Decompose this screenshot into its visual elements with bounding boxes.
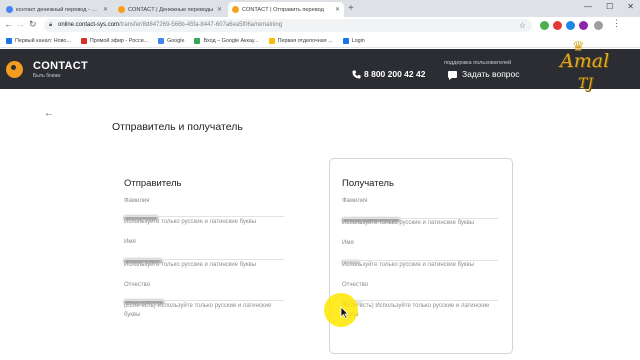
recipient-surname-hint: Используйте только русские и латинские б… <box>342 220 475 226</box>
sender-title: Отправитель <box>124 178 182 189</box>
sender-patronymic-hint: (Если есть) Используйте только русские и… <box>124 303 272 318</box>
close-tab-icon[interactable]: ✕ <box>217 6 222 13</box>
window-controls: — ☐ ✕ <box>584 2 634 11</box>
bookmark-favicon-icon <box>342 37 349 44</box>
bookmark-label: Прямой эфир - Росси... <box>89 37 149 44</box>
browser-toolbar: ← → ↻ 🔒︎ online.contact-sys.com/transfer… <box>0 17 640 34</box>
back-nav-icon[interactable]: ← <box>4 19 13 29</box>
sender-surname-label: Фамилия <box>124 198 150 204</box>
bookmark-item[interactable]: Вход – Google Аккау... <box>194 37 259 44</box>
sender-patronymic-label: Отчество <box>124 282 151 288</box>
sender-surname-underline <box>124 216 284 217</box>
contact-logo-icon[interactable] <box>6 61 23 78</box>
address-bar[interactable]: 🔒︎ online.contact-sys.com/transfer/8d847… <box>44 19 532 32</box>
sender-patronymic-input[interactable] <box>124 291 165 304</box>
bookmark-item[interactable]: Прямой эфир - Росси... <box>80 37 149 44</box>
browser-tab-2[interactable]: CONTACT | Денежные переводы ✕ <box>114 2 226 17</box>
tab-label: контакт денежный перевод - Пои <box>16 6 100 13</box>
bookmark-label: Первая отделочная ... <box>277 37 333 44</box>
close-tab-icon[interactable]: ✕ <box>103 6 108 13</box>
bookmark-favicon-icon <box>6 37 12 44</box>
mouse-cursor-icon <box>340 306 349 319</box>
ask-question-button[interactable]: Задать вопрос <box>448 69 520 80</box>
bookmark-label: Google <box>167 37 185 44</box>
bookmark-favicon-icon <box>80 37 87 44</box>
bookmark-favicon-icon <box>194 37 201 44</box>
bookmark-item[interactable]: Login <box>342 37 365 44</box>
profile-avatar-icon[interactable] <box>594 21 603 30</box>
sender-name-label: Имя <box>124 239 136 245</box>
extension-icon[interactable] <box>540 21 549 30</box>
recipient-surname-input[interactable] <box>342 209 401 222</box>
sender-name-underline <box>124 259 284 260</box>
chat-icon <box>448 70 457 80</box>
recipient-patronymic-hint: (Если есть) Используйте только русские и… <box>342 303 490 318</box>
recipient-title: Получатель <box>342 178 394 189</box>
support-caption: поддержка пользователей <box>444 60 512 66</box>
forward-nav-icon[interactable]: → <box>16 19 25 29</box>
browser-tab-1[interactable]: контакт денежный перевод - Пои ✕ <box>2 2 112 17</box>
maximize-icon[interactable]: ☐ <box>606 2 613 11</box>
url-path: /transfer/8d847269-566b-45fa-8447-607a6e… <box>119 22 283 28</box>
sender-surname-input[interactable] <box>124 207 159 220</box>
logo-text[interactable]: CONTACT <box>33 60 88 72</box>
browser-menu-icon[interactable]: ⋮ <box>612 18 621 29</box>
ask-question-label: Задать вопрос <box>462 69 520 79</box>
contact-favicon-icon <box>118 6 125 13</box>
google-favicon-icon <box>6 6 13 13</box>
watermark-line-1: Amal <box>560 50 610 72</box>
bookmark-label: Вход – Google Аккау... <box>203 37 259 44</box>
close-tab-icon[interactable]: ✕ <box>335 6 340 13</box>
bookmark-item[interactable]: Google <box>158 37 185 44</box>
lock-icon: 🔒︎ <box>49 22 53 28</box>
tab-label: CONTACT | Отправить перевод <box>242 6 324 13</box>
browser-tab-strip: контакт денежный перевод - Пои ✕ CONTACT… <box>0 0 640 17</box>
new-tab-icon[interactable]: + <box>348 3 354 14</box>
bookmark-item[interactable]: Первый канал: Ново... <box>6 37 71 44</box>
bookmarks-bar: Первый канал: Ново... Прямой эфир - Росс… <box>0 34 640 48</box>
close-window-icon[interactable]: ✕ <box>627 2 634 11</box>
extension-icon[interactable] <box>579 21 588 30</box>
site-header: CONTACT Быть ближе 8 800 200 42 42 подде… <box>0 49 640 89</box>
sender-surname-hint: Используйте только русские и латинские б… <box>124 219 257 225</box>
sender-patronymic-underline <box>124 300 284 301</box>
bookmark-favicon-icon <box>158 37 165 44</box>
bookmark-label: Первый канал: Ново... <box>15 37 71 44</box>
back-arrow-icon[interactable]: ← <box>44 108 54 119</box>
reload-icon[interactable]: ↻ <box>29 19 37 30</box>
recipient-name-input[interactable] <box>342 251 361 264</box>
recipient-name-label: Имя <box>342 240 354 246</box>
browser-tab-3-active[interactable]: CONTACT | Отправить перевод ✕ <box>228 2 344 17</box>
sender-name-input[interactable] <box>124 250 163 263</box>
url-host: online.contact-sys.com <box>58 22 120 28</box>
sender-name-hint: Используйте только русские и латинские б… <box>124 262 257 268</box>
support-phone[interactable]: 8 800 200 42 42 <box>364 69 425 79</box>
tab-label: CONTACT | Денежные переводы <box>128 6 214 13</box>
extension-icon[interactable] <box>566 21 575 30</box>
logo-tagline: Быть ближе <box>33 73 61 79</box>
bookmark-item[interactable]: Первая отделочная ... <box>268 37 333 44</box>
extension-icon[interactable] <box>553 21 562 30</box>
contact-favicon-icon <box>232 6 239 13</box>
bookmark-star-icon[interactable]: ☆ <box>519 19 526 32</box>
watermark-line-2: TJ <box>578 76 593 92</box>
phone-icon <box>352 70 361 79</box>
minimize-icon[interactable]: — <box>584 2 592 11</box>
recipient-patronymic-label: Отчество <box>342 282 369 288</box>
recipient-surname-label: Фамилия <box>342 198 368 204</box>
page-title: Отправитель и получатель <box>112 121 243 133</box>
bookmark-favicon-icon <box>268 37 275 44</box>
recipient-name-hint: Используйте только русские и латинские б… <box>342 262 475 268</box>
bookmark-label: Login <box>351 37 365 44</box>
channel-watermark: ♛ Amal TJ <box>548 38 638 100</box>
recipient-patronymic-underline <box>342 300 498 301</box>
